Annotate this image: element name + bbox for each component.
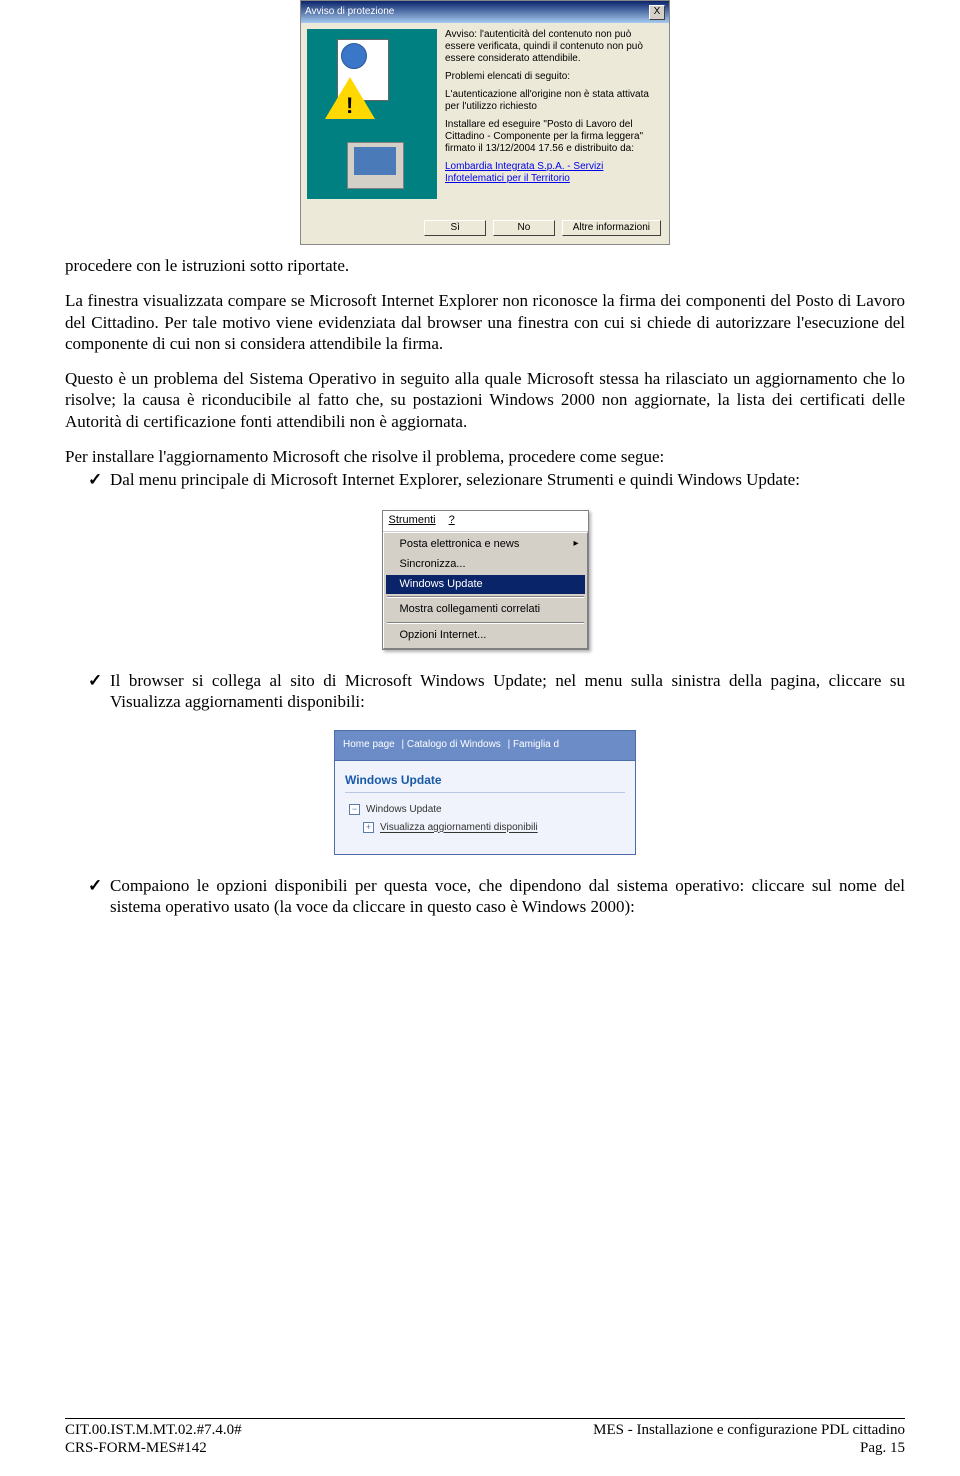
menu-mail-news: Posta elettronica e news (386, 535, 585, 555)
warning-icon (325, 77, 375, 119)
menu-windows-update: Windows Update (386, 575, 585, 595)
footer-page-number: Pag. 15 (593, 1439, 905, 1458)
wu-view-updates-link: Visualizza aggiornamenti disponibili (380, 823, 538, 834)
minus-icon: − (349, 804, 360, 815)
paragraph-continue: procedere con le istruzioni sotto riport… (65, 255, 905, 276)
menu-related-links: Mostra collegamenti correlati (386, 600, 585, 620)
footer-form-id: CRS-FORM-MES#142 (65, 1439, 242, 1458)
dialog-title: Avviso di protezione (305, 6, 394, 19)
bullet-options-appear: Compaiono le opzioni disponibili per que… (110, 875, 905, 918)
no-button: No (493, 220, 555, 237)
menu-separator (387, 622, 584, 624)
wu-nav-home: Home page (343, 739, 395, 750)
wu-heading: Windows Update (345, 773, 625, 793)
paragraph-install-intro: Per installare l'aggiornamento Microsoft… (65, 446, 905, 467)
bullet-browser-connects: Il browser si collega al sito di Microso… (110, 670, 905, 713)
wu-item-root: −Windows Update (345, 801, 625, 820)
dialog-titlebar: Avviso di protezione X (301, 1, 669, 23)
tools-menu-screenshot: Strumenti ? Posta elettronica e news Sin… (382, 510, 589, 650)
more-info-button: Altre informazioni (562, 220, 661, 237)
wu-nav-family: Famiglia d (513, 739, 559, 750)
dialog-buttons: Sì No Altre informazioni (420, 220, 661, 237)
menu-synchronize: Sincronizza... (386, 555, 585, 575)
paragraph-os-problem: Questo è un problema del Sistema Operati… (65, 368, 905, 432)
wu-item-label: Windows Update (366, 804, 442, 815)
dialog-text: Avviso: l'autenticità del contenuto non … (437, 29, 655, 199)
paragraph-explain-window: La finestra visualizzata compare se Micr… (65, 290, 905, 354)
bullet-select-tools: Dal menu principale di Microsoft Interne… (110, 469, 905, 490)
page-footer: CIT.00.IST.M.MT.02.#7.4.0# CRS-FORM-MES#… (65, 1418, 905, 1459)
wu-nav-bar: Home page | Catalogo di Windows | Famigl… (335, 731, 635, 761)
menu-internet-options: Opzioni Internet... (386, 626, 585, 646)
security-dialog-screenshot: Avviso di protezione X Avviso: l'autenti… (300, 0, 670, 245)
wu-nav-catalog: Catalogo di Windows (407, 739, 501, 750)
windows-update-screenshot: Home page | Catalogo di Windows | Famigl… (334, 730, 636, 855)
menu-help: ? (449, 514, 455, 526)
dialog-install-text: Installare ed eseguire "Posto di Lavoro … (445, 119, 655, 155)
globe-icon (341, 43, 367, 69)
yes-button: Sì (424, 220, 486, 237)
dialog-icon-panel (307, 29, 437, 199)
wu-item-view-updates: + Visualizza aggiornamenti disponibili (345, 819, 625, 838)
dialog-publisher-link: Lombardia Integrata S.p.A. - Servizi Inf… (445, 161, 603, 184)
footer-doc-title: MES - Installazione e configurazione PDL… (593, 1421, 905, 1440)
close-icon: X (649, 5, 665, 20)
menu-separator (387, 596, 584, 598)
dialog-problem-item: L'autenticazione all'origine non è stata… (445, 89, 655, 113)
dialog-problems-label: Problemi elencati di seguito: (445, 71, 655, 83)
footer-doc-id: CIT.00.IST.M.MT.02.#7.4.0# (65, 1421, 242, 1440)
computer-icon (347, 142, 404, 189)
dialog-warning-text: Avviso: l'autenticità del contenuto non … (445, 29, 655, 65)
menu-strumenti: Strumenti (389, 514, 436, 526)
plus-icon: + (363, 822, 374, 833)
menu-bar: Strumenti ? (383, 511, 588, 532)
